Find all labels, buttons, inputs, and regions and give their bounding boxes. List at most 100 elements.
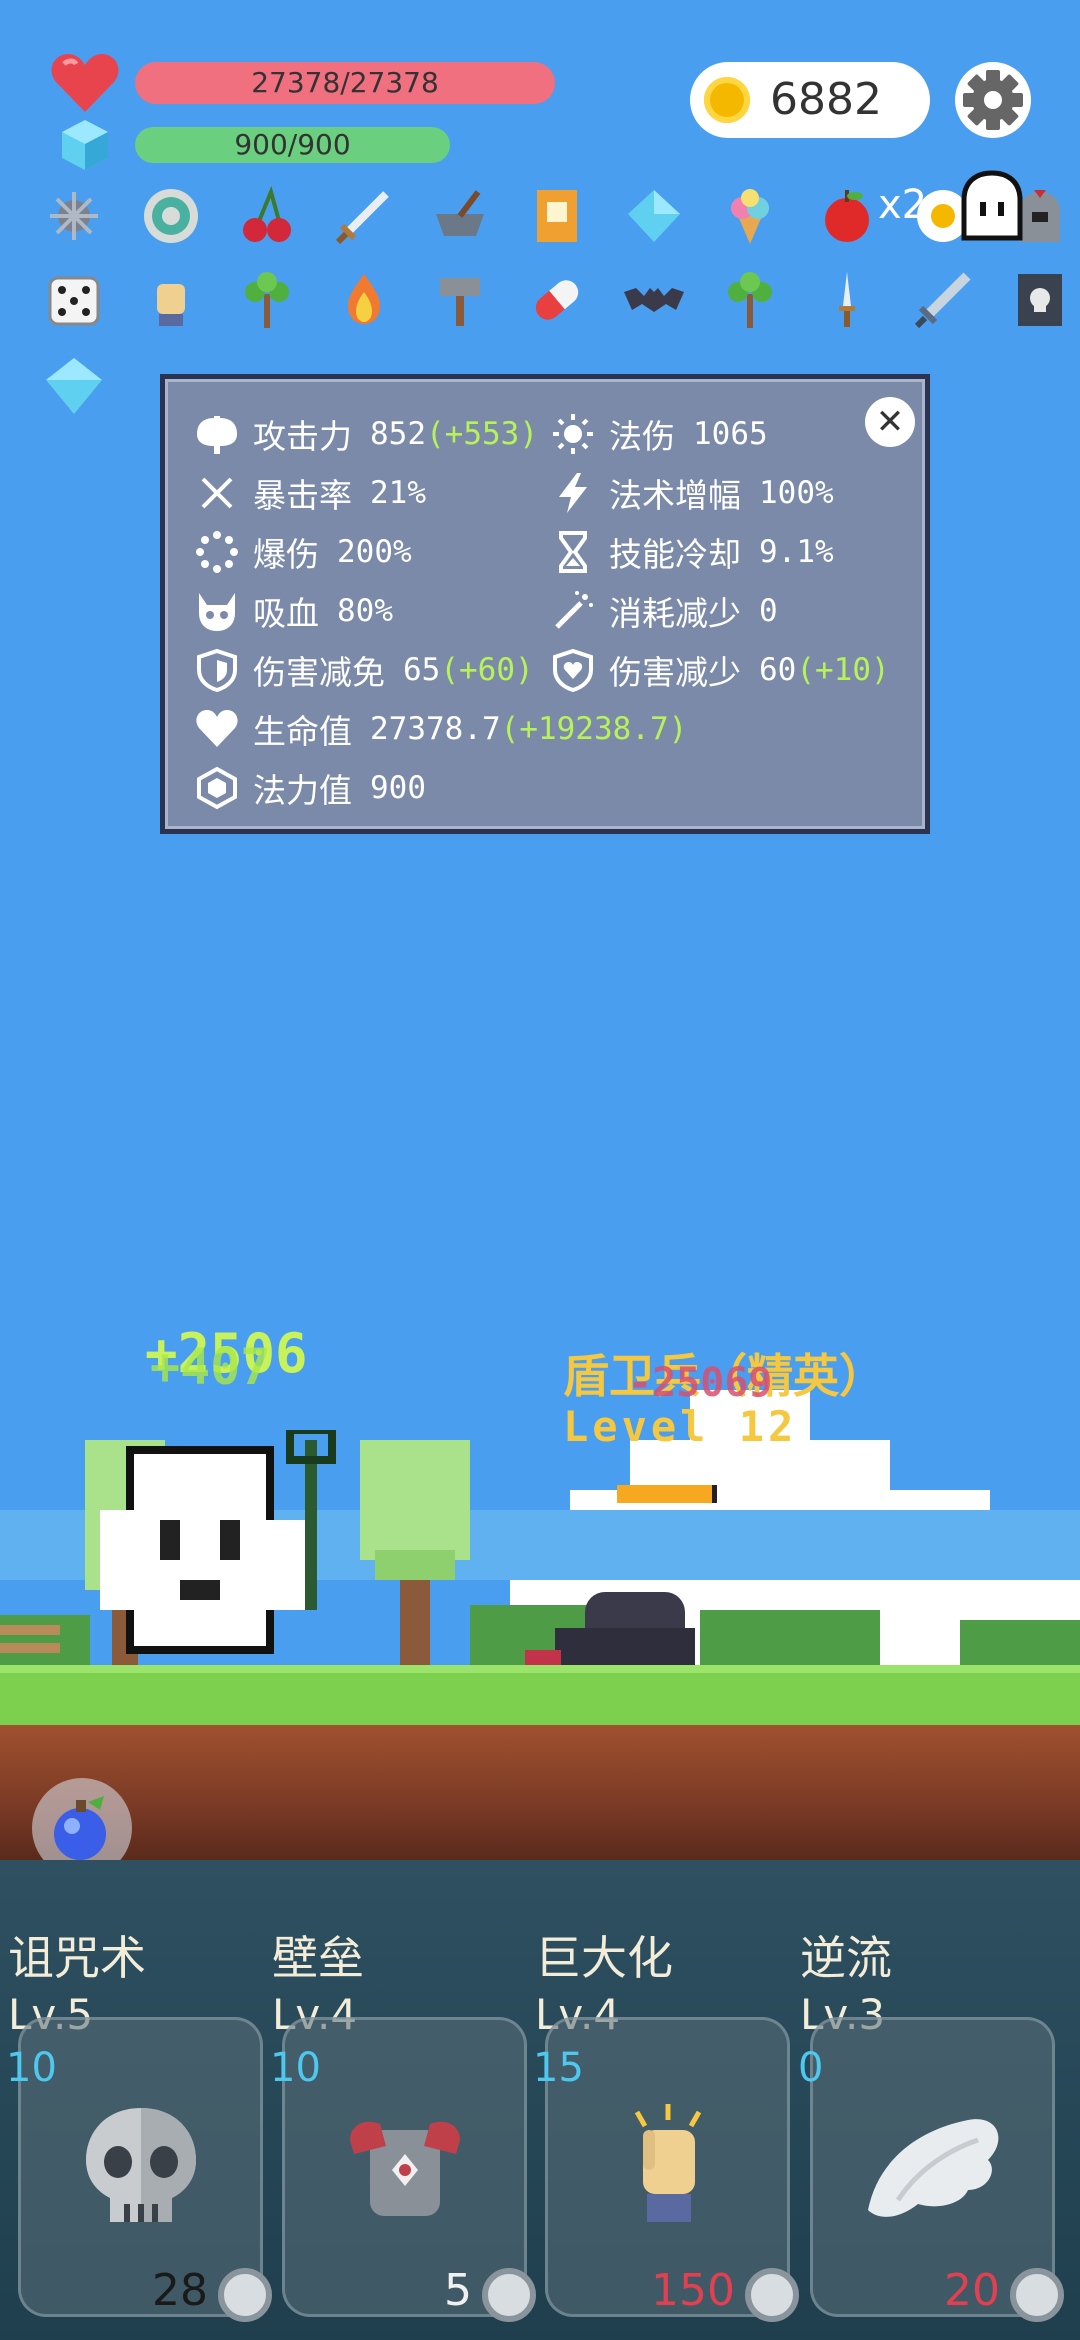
enemy-hp-bar — [617, 1485, 717, 1503]
stat-label: 法力值 — [253, 771, 352, 810]
armor-icon — [340, 2100, 470, 2234]
coin-value: 6882 — [770, 74, 882, 125]
skull-book-icon[interactable] — [1008, 268, 1072, 332]
campfire-icon[interactable] — [332, 268, 396, 332]
hourglass-icon — [551, 530, 595, 574]
stat-label: 法术增幅 — [609, 476, 741, 515]
player-ghost-knight — [100, 1426, 360, 1670]
stat-damage-reduction: 伤害减免 65 (+60) — [195, 645, 534, 695]
damage-number: -25069 — [628, 1360, 773, 1406]
mortar-icon[interactable] — [428, 184, 492, 248]
wing-icon — [858, 2100, 1008, 2234]
sapling-icon[interactable] — [235, 268, 299, 332]
enemy-shield-guard — [525, 1588, 725, 1668]
stat-label: 伤害减少 — [609, 653, 741, 692]
stat-value: 0 — [759, 593, 778, 629]
close-button[interactable]: ✕ — [865, 397, 915, 447]
glove-icon[interactable] — [139, 268, 203, 332]
skill-name: 巨大化 — [535, 1931, 673, 1985]
stat-value: 200% — [337, 534, 412, 570]
stat-value: 852 — [370, 416, 426, 452]
magic-wand-icon — [551, 589, 595, 633]
close-icon: ✕ — [875, 402, 905, 442]
ice-cream-icon[interactable] — [718, 184, 782, 248]
dagger-icon[interactable] — [815, 268, 879, 332]
heart-outline-icon — [195, 707, 239, 751]
stat-lifesteal: 吸血 80% — [195, 586, 393, 636]
spiked-mace-icon[interactable] — [42, 184, 106, 248]
skill-cooldown: 0 — [798, 2045, 824, 2091]
stat-value: 100% — [759, 475, 834, 511]
stat-mp: 法力值 900 — [195, 763, 426, 813]
settings-button[interactable] — [955, 62, 1031, 138]
stat-value: 1065 — [693, 416, 768, 452]
stat-bonus: (+60) — [440, 652, 534, 688]
stat-hp: 生命值 27378.7 (+19238.7) — [195, 704, 687, 754]
shield-heart-icon — [551, 648, 595, 692]
lightning-icon — [551, 471, 595, 515]
stat-value: 21% — [370, 475, 426, 511]
stat-label: 爆伤 — [253, 535, 319, 574]
stat-attack: 攻击力 852 (+553) — [195, 409, 538, 459]
skill-name: 逆流 — [800, 1931, 892, 1985]
stat-label: 伤害减免 — [253, 653, 385, 692]
diamond-icon[interactable] — [42, 354, 106, 418]
stat-bonus: (+553) — [426, 416, 538, 452]
dice-icon[interactable] — [42, 268, 106, 332]
apple-icon[interactable] — [815, 184, 879, 248]
blue-crystal-icon[interactable] — [622, 184, 686, 248]
skill-name: 诅咒术 — [8, 1931, 146, 1985]
hp-text: 27378/27378 — [251, 66, 439, 99]
mp-bar: 900/900 — [135, 127, 450, 163]
stat-damage-decrease: 伤害减少 60 (+10) — [551, 645, 890, 695]
skill-cost: 28 — [152, 2265, 208, 2316]
sword-icon[interactable] — [332, 184, 396, 248]
stat-crit-rate: 暴击率 21% — [195, 468, 426, 518]
hp-bar: 27378/27378 — [135, 62, 555, 104]
mana-cost-icon — [482, 2268, 536, 2322]
heart-icon — [50, 52, 120, 116]
greatsword-icon[interactable] — [911, 268, 975, 332]
dirt-ground — [0, 1725, 1080, 1860]
mana-cost-icon — [218, 2268, 272, 2322]
skill-cooldown: 15 — [533, 2045, 584, 2091]
stat-label: 暴击率 — [253, 476, 352, 515]
pill-icon[interactable] — [525, 268, 589, 332]
stat-label: 吸血 — [253, 594, 319, 633]
shield-icon — [195, 648, 239, 692]
skull-icon — [76, 2100, 206, 2234]
hammer-icon[interactable] — [428, 268, 492, 332]
stat-bonus: (+10) — [796, 652, 890, 688]
sun-icon — [551, 412, 595, 456]
skill-cost: 20 — [944, 2265, 1000, 2316]
fist-icon — [603, 2100, 733, 2234]
hexagon-crystal-icon — [195, 766, 239, 810]
skill-cost: 5 — [444, 2265, 472, 2316]
mp-text: 900/900 — [234, 128, 351, 161]
stat-cooldown: 技能冷却 9.1% — [551, 527, 834, 577]
skill-card-4[interactable] — [810, 2017, 1055, 2317]
skill-cost: 150 — [651, 2265, 735, 2316]
stat-value: 60 — [759, 652, 797, 688]
multiplier-label: x2 — [878, 182, 928, 228]
stat-value: 900 — [370, 770, 426, 806]
bat-icon[interactable] — [622, 268, 686, 332]
enemy-level: Level 12 — [563, 1402, 798, 1451]
crit-icon — [195, 471, 239, 515]
stat-label: 生命值 — [253, 712, 352, 751]
skill-cooldown: 10 — [270, 2045, 321, 2091]
sapling-icon[interactable] — [718, 268, 782, 332]
stat-label: 法伤 — [609, 417, 675, 456]
stat-label: 技能冷却 — [609, 535, 741, 574]
cherries-icon[interactable] — [235, 184, 299, 248]
burst-icon — [195, 530, 239, 574]
tree-right — [355, 1440, 475, 1665]
book-icon[interactable] — [525, 184, 589, 248]
ring-target-icon[interactable] — [139, 184, 203, 248]
stat-value: 27378.7 — [370, 711, 501, 747]
ghost-pet-icon[interactable] — [958, 170, 1026, 242]
stat-label: 消耗减少 — [609, 594, 741, 633]
enemy-hp-fill — [617, 1485, 712, 1503]
stat-value: 80% — [337, 593, 393, 629]
gear-icon — [963, 70, 1023, 130]
